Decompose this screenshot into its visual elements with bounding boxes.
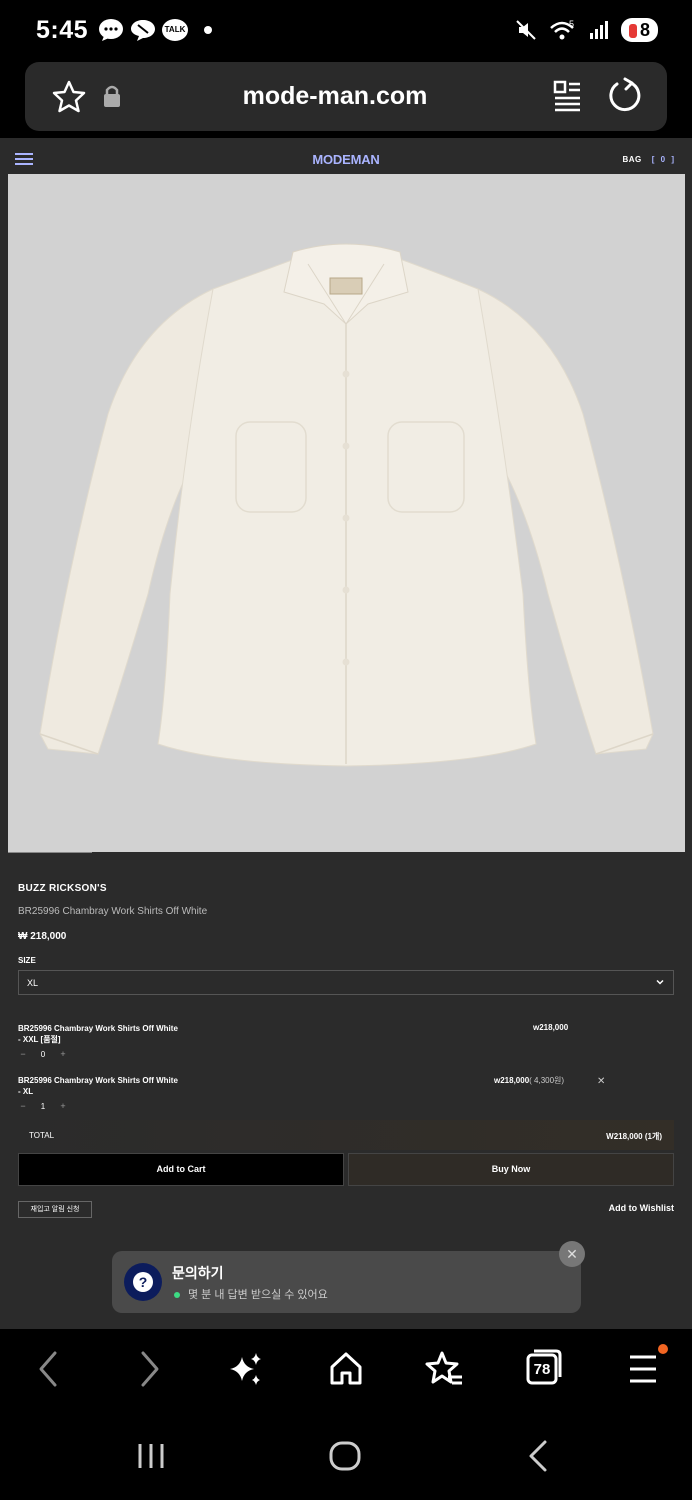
chat-title: 문의하기 (172, 1265, 224, 1281)
home-icon[interactable] (328, 1349, 364, 1389)
size-selected-value: XL (27, 978, 39, 988)
option-variant: - XXL [품절] (18, 1035, 61, 1044)
selected-option-row: BR25996 Chambray Work Shirts Off White - … (18, 1075, 678, 1115)
online-status-dot (174, 1292, 180, 1299)
menu-notification-dot (658, 1344, 668, 1354)
option-price: w218,000 (533, 1023, 568, 1032)
size-select[interactable]: XL (18, 970, 674, 995)
back-icon[interactable] (36, 1349, 60, 1389)
decrease-quantity-button[interactable]: − (18, 1049, 28, 1059)
reload-icon[interactable] (607, 77, 643, 115)
browser-top-bar: mode-man.com (0, 62, 692, 138)
add-to-cart-button[interactable]: Add to Cart (18, 1153, 344, 1186)
option-name: BR25996 Chambray Work Shirts Off White - … (18, 1023, 218, 1045)
product-image[interactable] (8, 174, 685, 852)
notification-icons: TALK (98, 18, 212, 42)
status-time: 5:45 (36, 16, 89, 44)
battery-level: 8 (639, 20, 650, 40)
reader-mode-icon[interactable] (552, 79, 582, 113)
selected-option-row: BR25996 Chambray Work Shirts Off White - … (18, 1023, 678, 1063)
site-header: MODEMAN BAG [ 0 ] (0, 138, 692, 174)
option-title: BR25996 Chambray Work Shirts Off White (18, 1024, 178, 1033)
chat-subtitle-text: 몇 분 내 답변 받으실 수 있어요 (188, 1289, 328, 1301)
close-chat-widget-icon[interactable]: ✕ (559, 1241, 585, 1267)
shirt-image (39, 243, 654, 767)
decrease-quantity-button[interactable]: − (18, 1101, 28, 1111)
site-logo[interactable]: MODEMAN (0, 152, 692, 167)
chevron-down-icon (656, 979, 664, 985)
buy-now-button[interactable]: Buy Now (348, 1153, 674, 1186)
option-title: BR25996 Chambray Work Shirts Off White (18, 1076, 178, 1085)
quantity-stepper: − 1 + (18, 1101, 68, 1111)
browser-bottom-bar: 78 (0, 1329, 692, 1411)
system-navigation-bar (0, 1411, 692, 1500)
web-content: MODEMAN BAG [ 0 ] BUZZ RICKSON'S BR25996 … (0, 138, 692, 1329)
product-price: ₩ 218,000 (18, 931, 67, 942)
chat-app-icon (131, 20, 155, 41)
total-label: TOTAL (29, 1131, 55, 1140)
option-price-value: w218,000 (533, 1023, 569, 1032)
option-variant: - XL (18, 1087, 34, 1096)
signal-icon (589, 21, 608, 39)
increase-quantity-button[interactable]: + (58, 1101, 68, 1111)
ai-sparkle-icon[interactable] (228, 1349, 264, 1389)
recent-apps-icon[interactable] (136, 1441, 166, 1471)
size-label: SIZE (18, 956, 36, 965)
kakaotalk-icon: TALK (162, 19, 188, 41)
wifi-icon: 5 (550, 19, 574, 40)
option-name: BR25996 Chambray Work Shirts Off White - … (18, 1075, 218, 1097)
help-icon: ? (124, 1263, 162, 1301)
quantity-stepper: − 0 + (18, 1049, 68, 1059)
increase-quantity-button[interactable]: + (58, 1049, 68, 1059)
home-button-icon[interactable] (328, 1440, 362, 1472)
more-notifications-dot (204, 26, 212, 34)
address-bar[interactable]: mode-man.com (25, 62, 667, 131)
bag-count: [ 0 ] (651, 155, 676, 164)
option-price: w218,000( 4,300원) (494, 1075, 564, 1086)
bag-link[interactable]: BAG [ 0 ] (622, 155, 676, 164)
option-point-value: ( 4,300원) (529, 1076, 565, 1085)
restock-alert-button[interactable]: 재입고 알림 신청 (18, 1201, 92, 1218)
total-value: W218,000 (1개) (606, 1132, 662, 1141)
message-icon (99, 19, 123, 41)
bag-label: BAG (622, 155, 642, 164)
quantity-value[interactable]: 0 (28, 1050, 58, 1059)
forward-icon[interactable] (138, 1349, 162, 1389)
battery-indicator: 8 (620, 18, 658, 42)
menu-icon[interactable] (628, 1349, 658, 1389)
system-status-icons: 5 8 (515, 18, 658, 42)
add-to-wishlist-link[interactable]: Add to Wishlist (609, 1203, 674, 1213)
inquiry-chat-widget[interactable]: ? 문의하기 몇 분 내 답변 받으실 수 있어요 (112, 1251, 581, 1313)
system-back-icon[interactable] (526, 1439, 550, 1473)
option-price-value: w218,000 (494, 1076, 530, 1085)
tabs-count: 78 (533, 1361, 551, 1378)
quantity-value[interactable]: 1 (28, 1102, 58, 1111)
svg-text:5: 5 (569, 19, 574, 29)
total-row: TOTAL W218,000 (1개) (18, 1120, 674, 1150)
product-name: BR25996 Chambray Work Shirts Off White (18, 906, 208, 917)
mute-icon (516, 20, 536, 40)
image-pager-indicator (8, 852, 92, 853)
product-brand[interactable]: BUZZ RICKSON'S (18, 883, 107, 894)
tabs-button[interactable]: 78 (526, 1349, 562, 1385)
status-bar: 5:45 TALK 5 8 (0, 0, 692, 62)
remove-option-icon[interactable]: ✕ (597, 1076, 605, 1087)
bookmarks-icon[interactable] (424, 1349, 464, 1389)
chat-subtitle: 몇 분 내 답변 받으실 수 있어요 (174, 1286, 328, 1302)
